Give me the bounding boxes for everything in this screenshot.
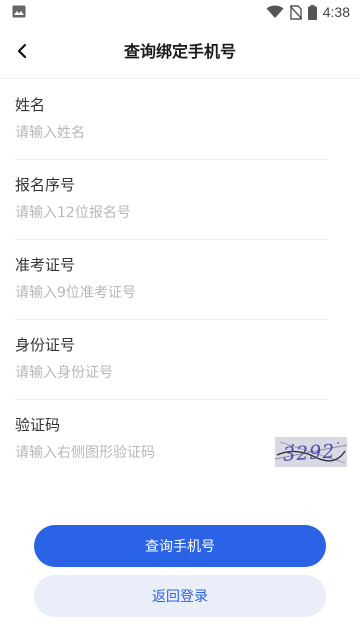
app-bar: 查询绑定手机号 [0,24,360,79]
battery-icon [307,4,317,20]
query-form: 姓名 报名序号 准考证号 身份证号 验证码 [15,80,328,479]
name-label: 姓名 [15,96,46,114]
image-icon [12,5,26,18]
back-to-login-button[interactable]: 返回登录 [34,575,326,617]
page-title: 查询绑定手机号 [123,42,236,61]
name-field: 姓名 [15,80,328,160]
captcha-text: 3292 [282,440,336,466]
query-phone-button[interactable]: 查询手机号 [34,525,326,567]
registration-number-input[interactable] [15,200,275,226]
status-time: 4:38 [322,4,350,20]
captcha-label: 验证码 [15,416,61,434]
registration-number-label: 报名序号 [15,176,76,194]
status-icons: 4:38 [266,3,350,21]
admission-ticket-input[interactable] [15,280,275,306]
registration-number-field: 报名序号 [15,160,328,240]
svg-text:3292: 3292 [282,440,336,466]
wifi-icon [266,5,284,18]
id-number-field: 身份证号 [15,320,328,400]
id-number-input[interactable] [15,360,275,386]
id-number-label: 身份证号 [15,336,76,354]
admission-ticket-field: 准考证号 [15,240,328,320]
captcha-input[interactable] [15,440,275,466]
no-sim-icon [289,4,302,20]
captcha-image[interactable]: 3292 [275,437,347,467]
admission-ticket-label: 准考证号 [15,256,76,274]
name-input[interactable] [15,120,275,146]
status-bar: 4:38 [0,0,360,24]
